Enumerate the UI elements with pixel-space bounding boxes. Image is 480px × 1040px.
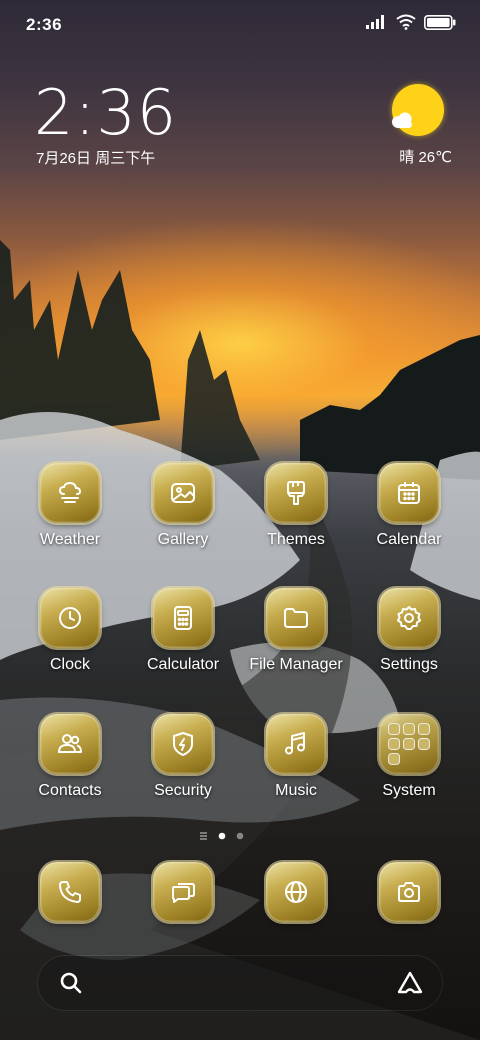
- app-label: Calendar: [376, 531, 442, 548]
- app-contacts[interactable]: Contacts: [15, 714, 125, 800]
- assistant-icon[interactable]: [396, 969, 424, 997]
- folder-grid-icon: [379, 714, 439, 774]
- battery-icon: [424, 14, 456, 30]
- app-folder-system[interactable]: System: [354, 714, 464, 800]
- weather-icon: [40, 463, 100, 523]
- app-gallery[interactable]: Gallery: [128, 463, 238, 549]
- app-label: Weather: [39, 531, 101, 548]
- app-security[interactable]: Security: [128, 714, 238, 800]
- search-bar[interactable]: [38, 956, 442, 1010]
- app-weather[interactable]: Weather: [15, 463, 125, 549]
- app-file-manager[interactable]: File Manager: [241, 588, 351, 674]
- app-themes[interactable]: Themes: [241, 463, 351, 549]
- app-label: Themes: [267, 531, 325, 548]
- dock: [0, 862, 480, 926]
- music-icon: [266, 714, 326, 774]
- page-dot: [236, 832, 244, 840]
- app-label: Contacts: [38, 782, 102, 799]
- contacts-icon: [40, 714, 100, 774]
- app-calculator[interactable]: Calculator: [128, 588, 238, 674]
- app-label: Gallery: [157, 531, 209, 548]
- gear-icon: [379, 588, 439, 648]
- camera-icon[interactable]: [379, 862, 439, 922]
- themes-icon: [266, 463, 326, 523]
- app-music[interactable]: Music: [241, 714, 351, 800]
- calendar-icon: [379, 463, 439, 523]
- cloud-icon: [392, 112, 412, 128]
- status-icons: [366, 14, 456, 30]
- messages-icon[interactable]: [153, 862, 213, 922]
- calculator-icon: [153, 588, 213, 648]
- app-calendar[interactable]: Calendar: [354, 463, 464, 549]
- app-label: Security: [154, 782, 212, 799]
- app-label: Calculator: [146, 656, 220, 673]
- app-settings[interactable]: Settings: [354, 588, 464, 674]
- phone-icon[interactable]: [40, 862, 100, 922]
- app-label: Clock: [49, 656, 90, 673]
- wifi-icon: [396, 14, 416, 30]
- app-label: System: [382, 782, 436, 799]
- sun-icon: [392, 84, 444, 136]
- weather-text: 晴 26℃: [399, 149, 452, 166]
- status-bar: 2:36: [0, 0, 480, 50]
- signal-icon: [366, 15, 384, 29]
- clock-widget-time[interactable]: 2:36: [34, 76, 177, 149]
- app-clock[interactable]: Clock: [15, 588, 125, 674]
- app-label: Settings: [380, 656, 438, 673]
- browser-icon[interactable]: [266, 862, 326, 922]
- folder-icon: [266, 588, 326, 648]
- page-dot-active: [218, 832, 226, 840]
- gallery-icon: [153, 463, 213, 523]
- clock-icon: [40, 588, 100, 648]
- weather-widget[interactable]: 晴 26℃: [384, 84, 452, 174]
- clock-widget-date: 7月26日 周三下午: [36, 150, 156, 167]
- page-indicator-list-icon: [200, 832, 207, 840]
- app-label: File Manager: [249, 656, 343, 673]
- shield-icon: [153, 714, 213, 774]
- app-label: Music: [275, 782, 317, 799]
- status-time: 2:36: [26, 15, 63, 34]
- search-icon[interactable]: [58, 970, 84, 996]
- page-indicator[interactable]: [200, 831, 280, 841]
